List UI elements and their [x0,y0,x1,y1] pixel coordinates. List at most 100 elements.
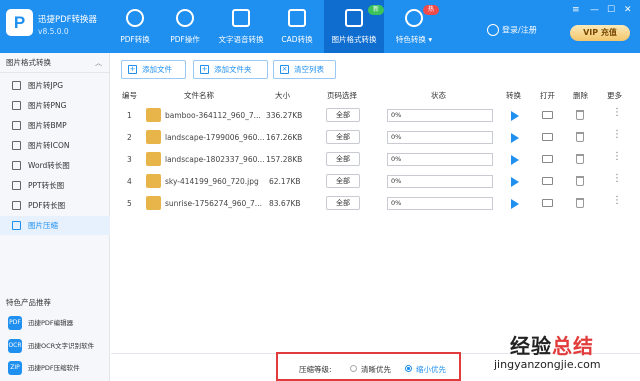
sidebar-item-pdf-long[interactable]: PDF转长图 [0,196,110,215]
sidebar-item-label: 图片转ICON [28,141,70,150]
pdf-compress-icon: ZIP [8,361,22,375]
sidebar-item-label: Word转长图 [28,161,70,170]
file-size: 336.27KB [266,111,303,120]
featured-ocr[interactable]: OCR 迅捷OCR文字识别软件 [6,336,106,356]
sidebar-item-label: 图片转BMP [28,121,67,130]
special-icon [405,9,423,27]
sidebar-item-to-bmp[interactable]: 图片转BMP [0,116,110,135]
add-folder-button[interactable]: + 添加文件夹 [193,60,268,79]
compress-icon [12,221,21,230]
delete-trash-icon[interactable] [576,176,584,186]
sidebar-item-to-icon[interactable]: 图片转ICON [0,136,110,155]
close-icon[interactable]: ✕ [624,5,632,15]
radio-small-label[interactable]: 缩小优先 [416,364,446,375]
nav-label: 文字语音转换 [218,35,264,44]
page-select[interactable]: 全部 [326,152,360,166]
more-icon[interactable]: ⋮ [612,108,622,118]
col-filename: 文件名称 [184,91,214,100]
page-select[interactable]: 全部 [326,130,360,144]
menu-icon[interactable]: ≡ [572,5,580,15]
sidebar-item-label: 图片转JPG [28,81,64,90]
login-button[interactable]: 登录/注册 [487,24,537,36]
sidebar-item-label: 图片转PNG [28,101,67,110]
delete-trash-icon[interactable] [576,132,584,142]
nav-label: 图片格式转换 [331,35,377,44]
convert-play-icon[interactable] [511,155,519,165]
featured-pdf-editor[interactable]: PDF 迅捷PDF编辑器 [6,313,106,333]
sidebar-item-to-jpg[interactable]: 图片转JPG [0,76,110,95]
delete-trash-icon[interactable] [576,110,584,120]
radio-clear-priority[interactable] [350,365,357,372]
image-thumbnail-icon [146,152,161,166]
sidebar-item-compress[interactable]: 图片压缩 [0,216,110,235]
col-open: 打开 [540,91,555,100]
row-number: 5 [127,199,132,208]
sidebar-item-ppt-long[interactable]: PPT转长图 [0,176,110,195]
app-name: 迅捷PDF转换器 [38,15,98,25]
file-name: landscape-1799006_960... [165,133,265,142]
col-convert: 转换 [506,91,521,100]
open-folder-icon[interactable] [542,111,553,119]
radio-small-priority[interactable] [405,365,412,372]
more-icon[interactable]: ⋮ [612,152,622,162]
open-folder-icon[interactable] [542,155,553,163]
minimize-icon[interactable]: — [590,5,599,15]
image-thumbnail-icon [146,196,161,210]
add-file-button[interactable]: + 添加文件 [121,60,186,79]
delete-trash-icon[interactable] [576,198,584,208]
col-number: 编号 [122,91,137,100]
progress-bar: 0% [387,131,493,144]
open-folder-icon[interactable] [542,199,553,207]
more-icon[interactable]: ⋮ [612,130,622,140]
compress-level-label: 压缩等级: [299,365,332,374]
maximize-icon[interactable]: ☐ [607,5,615,15]
watermark: 经验总结 jingyanzongjie.com [480,325,640,381]
file-name: sunrise-1756274_960_7... [165,199,262,208]
login-label: 登录/注册 [502,25,537,35]
sidebar-item-label: 图片压缩 [28,221,58,230]
audio-wave-icon [232,9,250,27]
clear-list-button[interactable]: × 清空列表 [273,60,336,79]
image-file-icon [12,121,21,130]
sidebar-header-label: 图片格式转换 [6,58,51,67]
vip-button[interactable]: VIP 充值 [570,25,630,41]
add-folder-label: 添加文件夹 [214,65,252,74]
row-number: 2 [127,133,132,142]
progress-bar: 0% [387,175,493,188]
col-status: 状态 [431,91,446,100]
file-name: sky-414199_960_720.jpg [165,177,259,186]
operate-icon [176,9,194,27]
delete-trash-icon[interactable] [576,154,584,164]
page-select[interactable]: 全部 [326,196,360,210]
cad-icon [288,9,306,27]
table-row: 2 landscape-1799006_960... 167.26KB 全部 0… [111,127,640,149]
convert-play-icon[interactable] [511,177,519,187]
convert-icon [126,9,144,27]
more-icon[interactable]: ⋮ [612,196,622,206]
col-more: 更多 [607,91,622,100]
row-number: 3 [127,155,132,164]
open-folder-icon[interactable] [542,133,553,141]
page-select[interactable]: 全部 [326,108,360,122]
open-folder-icon[interactable] [542,177,553,185]
more-icon[interactable]: ⋮ [612,174,622,184]
page-select[interactable]: 全部 [326,174,360,188]
convert-play-icon[interactable] [511,111,519,121]
featured-pdf-compress[interactable]: ZIP 迅捷PDF压缩软件 [6,358,106,378]
convert-play-icon[interactable] [511,199,519,209]
radio-clear-label[interactable]: 清晰优先 [361,364,391,375]
nav-pdf-operate[interactable]: PDF操作 [161,0,209,53]
sidebar-item-label: PPT转长图 [28,181,65,190]
sidebar-item-word-long[interactable]: Word转长图 [0,156,110,175]
table-header: 编号 文件名称 大小 页码选择 状态 转换 打开 删除 更多 [111,88,640,102]
pdf-editor-icon: PDF [8,316,22,330]
clear-list-label: 清空列表 [294,65,324,74]
nav-cad-convert[interactable]: CAD转换 [273,0,321,53]
convert-play-icon[interactable] [511,133,519,143]
nav-pdf-convert[interactable]: PDF转换 [111,0,159,53]
nav-label: CAD转换 [281,35,313,44]
sidebar-header[interactable]: 图片格式转换 ︿ [0,53,110,73]
sidebar-item-to-png[interactable]: 图片转PNG [0,96,110,115]
nav-text-speech[interactable]: 文字语音转换 [211,0,271,53]
app-logo: P [6,9,33,36]
